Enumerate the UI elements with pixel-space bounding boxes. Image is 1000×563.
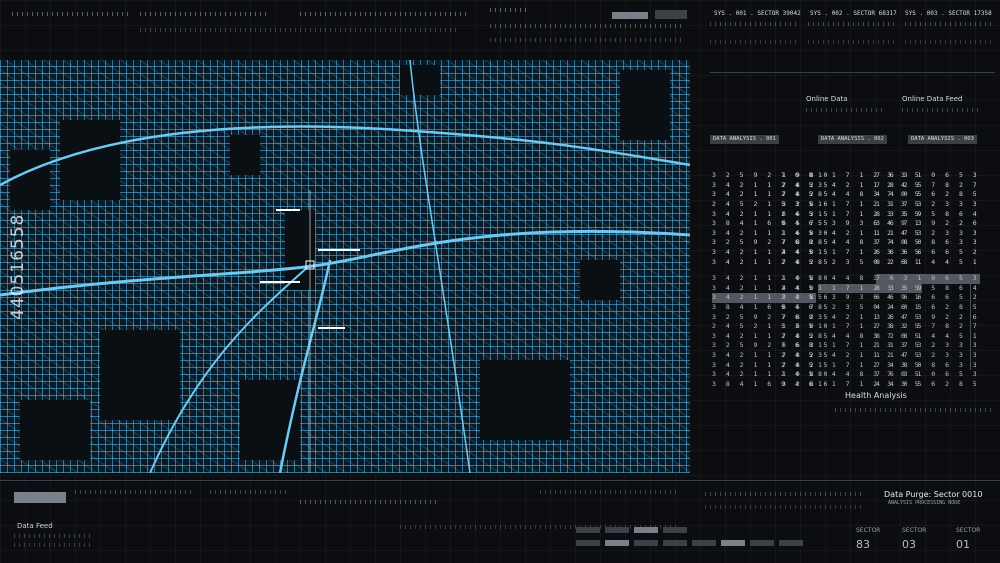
- data-purge-label: Data Purge: Sector 0010: [884, 490, 983, 499]
- tick-ruler: [490, 8, 530, 12]
- sector-value-3: 01: [956, 538, 970, 551]
- data-row: 8 3 5 9 5 8 6 4: [876, 283, 980, 292]
- status-bar: [721, 540, 745, 546]
- status-bar: [576, 527, 600, 533]
- sector-value-2: 03: [902, 538, 916, 551]
- dark-block: [20, 400, 90, 460]
- data-purge-sub-label: ANALYSIS PROCESSING NODE: [888, 500, 961, 506]
- tick-ruler: [808, 40, 896, 44]
- divider: [970, 280, 971, 370]
- divider: [0, 480, 1000, 481]
- system-header-3: SYS . 003 . SECTOR 17358: [905, 10, 992, 17]
- stock-watermark: 440516558: [8, 213, 28, 320]
- tick-ruler: [490, 38, 685, 42]
- status-bar: [779, 540, 803, 546]
- tick-ruler: [210, 490, 290, 494]
- tick-ruler: [300, 500, 440, 504]
- tick-ruler: [835, 408, 995, 412]
- sector-label-1: SECTOR: [856, 527, 881, 534]
- tick-ruler: [705, 505, 865, 509]
- data-row: 1 1 7 3 2 3 3 3: [876, 228, 980, 237]
- data-row: 4 4 0 5 6 2 8 5: [876, 379, 980, 388]
- tick-ruler: [540, 490, 680, 494]
- data-row: 1 1 7 3 2 3 3 3: [876, 199, 980, 208]
- data-row: 7 8 2 5 7 8 2 7: [876, 180, 980, 189]
- tick-ruler: [902, 108, 982, 112]
- data-row: 8 3 5 9 5 8 6 4: [876, 209, 980, 218]
- dark-block: [230, 135, 260, 175]
- tick-ruler: [905, 22, 993, 26]
- tick-ruler: [140, 12, 270, 16]
- data-feed-label: Data Feed: [17, 522, 53, 530]
- data-column-8: 7 6 3 1 0 6 5 38 3 5 9 5 8 6 46 6 6 6 6 …: [876, 255, 980, 399]
- dark-block: [620, 70, 670, 140]
- tick-ruler: [12, 12, 132, 16]
- status-bar: [634, 540, 658, 546]
- tab-analysis-2[interactable]: DATA ANALYSIS . 002: [818, 135, 887, 144]
- tick-ruler: [705, 492, 865, 496]
- tick-ruler: [140, 28, 460, 32]
- dark-block: [400, 65, 440, 95]
- tick-ruler: [905, 40, 993, 44]
- data-row: 4 4 0 5 6 2 8 5: [876, 190, 980, 199]
- data-row: 1 1 7 3 2 3 3 3: [876, 350, 980, 359]
- road: [409, 60, 471, 473]
- tick-ruler: [808, 22, 896, 26]
- status-bar: [634, 527, 658, 533]
- health-analysis-label: Health Analysis: [845, 391, 907, 400]
- status-bar: [663, 527, 687, 533]
- data-row: 7 8 2 5 7 8 2 7: [876, 322, 980, 331]
- status-bar: [14, 492, 66, 503]
- data-row: 1 1 7 3 2 3 3 3: [876, 341, 980, 350]
- status-bar: [655, 10, 687, 19]
- data-row: 7 6 3 1 0 6 5 3: [876, 171, 980, 180]
- data-row: 4 4 0 5 6 2 8 5: [876, 302, 980, 311]
- data-row: 7 4 8 0 8 6 3 3: [876, 360, 980, 369]
- dark-block: [60, 120, 120, 200]
- data-row: 3 6 7 3 9 2 2 6: [876, 312, 980, 321]
- data-row: 7 6 3 1 0 6 5 3: [876, 370, 980, 379]
- status-bar: [576, 540, 600, 546]
- online-data-label: Online Data: [806, 95, 848, 103]
- status-bar: [663, 540, 687, 546]
- tick-ruler: [75, 490, 195, 494]
- dark-block: [480, 360, 570, 440]
- dark-block: [100, 330, 180, 420]
- status-bar: [612, 12, 648, 19]
- divider: [710, 72, 995, 73]
- map-overlay: [0, 60, 690, 473]
- online-data-feed-label: Online Data Feed: [902, 95, 963, 103]
- city-map[interactable]: [0, 60, 690, 473]
- sector-label-2: SECTOR: [902, 527, 927, 534]
- system-header-2: SYS . 002 . SECTOR 68317: [810, 10, 897, 17]
- tab-analysis-1[interactable]: DATA ANALYSIS . 001: [710, 135, 779, 144]
- top-telemetry-strip: [0, 0, 700, 50]
- tick-ruler: [490, 24, 685, 28]
- tick-ruler: [710, 22, 798, 26]
- data-row: 7 6 3 1 0 6 5 3: [876, 274, 980, 284]
- system-header-1: SYS . 001 . SECTOR 39042: [714, 10, 801, 17]
- status-bar: [605, 527, 629, 533]
- data-row: 3 6 7 3 9 2 2 6: [876, 219, 980, 228]
- dark-block: [580, 260, 620, 300]
- highway: [278, 259, 332, 473]
- tick-ruler: [14, 543, 94, 547]
- tick-ruler: [710, 40, 798, 44]
- data-row: 7 4 8 0 8 6 3 3: [876, 238, 980, 247]
- dark-block: [10, 150, 50, 210]
- tick-ruler: [300, 12, 470, 16]
- data-row: 6 6 6 6 6 6 5 2: [876, 293, 980, 302]
- tick-ruler: [806, 108, 886, 112]
- sector-value-1: 83: [856, 538, 870, 551]
- tick-ruler: [14, 534, 94, 538]
- tab-analysis-3[interactable]: DATA ANALYSIS . 003: [908, 135, 977, 144]
- status-bar: [692, 540, 716, 546]
- sector-label-3: SECTOR: [956, 527, 981, 534]
- status-bar: [605, 540, 629, 546]
- status-bar: [750, 540, 774, 546]
- data-row: 8 2 8 1 4 4 5 1: [876, 331, 980, 340]
